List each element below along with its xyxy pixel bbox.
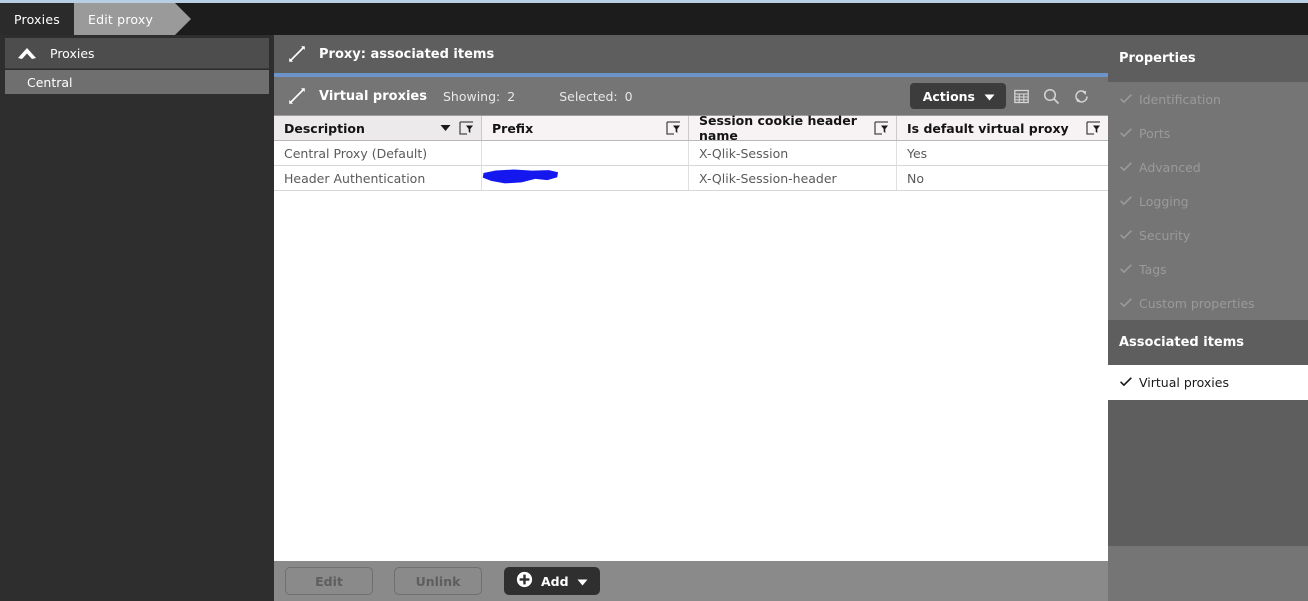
associated-item-virtual-proxies[interactable]: Virtual proxies bbox=[1108, 365, 1308, 400]
cell-is-default-virtual-proxy: No bbox=[907, 170, 924, 186]
sidebar-item-label: Central bbox=[27, 74, 73, 90]
breadcrumb-tab-label: Proxies bbox=[14, 11, 60, 27]
properties-item-label: Ports bbox=[1139, 125, 1171, 141]
properties-item-advanced[interactable]: Advanced bbox=[1108, 150, 1308, 184]
properties-item-label: Advanced bbox=[1139, 159, 1201, 175]
check-icon bbox=[1119, 195, 1139, 207]
plus-circle-icon bbox=[516, 571, 533, 591]
cell-description: Header Authentication bbox=[274, 166, 482, 190]
breadcrumb-tab-label: Edit proxy bbox=[88, 11, 154, 27]
main-panel: Proxy: associated items Virtual proxies … bbox=[274, 35, 1108, 561]
add-button-label: Add bbox=[541, 573, 569, 589]
column-header-session-cookie-header-name[interactable]: Session cookie header name bbox=[689, 113, 897, 143]
edit-button[interactable]: Edit bbox=[285, 567, 373, 595]
showing-label: Showing: bbox=[442, 88, 501, 104]
table-toolbar: Virtual proxies Showing: 2 Selected: 0 A… bbox=[274, 77, 1108, 115]
column-header-label: Prefix bbox=[492, 120, 534, 136]
table-header-row: Description Prefix Session cookie header… bbox=[274, 113, 1108, 143]
check-icon bbox=[1119, 93, 1139, 105]
action-footer: Edit Unlink Add bbox=[274, 561, 1108, 601]
breadcrumb-tabbar: Proxies Edit proxy bbox=[0, 3, 1308, 35]
filter-icon[interactable] bbox=[459, 121, 474, 135]
properties-item-logging[interactable]: Logging bbox=[1108, 184, 1308, 218]
toolbar-actions-group: Actions bbox=[909, 77, 1108, 115]
filter-icon[interactable] bbox=[1086, 121, 1101, 135]
properties-item-label: Identification bbox=[1139, 91, 1221, 107]
properties-item-label: Tags bbox=[1139, 261, 1167, 277]
main-panel-title-label: Proxy: associated items bbox=[319, 46, 495, 62]
table-row[interactable]: Header Authentication X-Qlik-Session-hea… bbox=[274, 166, 1108, 191]
properties-item-identification[interactable]: Identification bbox=[1108, 82, 1308, 116]
tab-arrow-icon bbox=[175, 3, 192, 35]
properties-item-security[interactable]: Security bbox=[1108, 218, 1308, 252]
redaction-mark bbox=[482, 169, 558, 184]
chevron-up-icon bbox=[17, 47, 37, 60]
properties-panel-filler bbox=[1108, 400, 1308, 546]
actions-button-label: Actions bbox=[922, 88, 975, 104]
filter-icon[interactable] bbox=[874, 121, 889, 135]
virtual-proxies-table: Description Prefix Session cookie header… bbox=[274, 113, 1108, 561]
column-header-is-default-virtual-proxy[interactable]: Is default virtual proxy bbox=[897, 116, 1108, 140]
properties-item-label: Security bbox=[1139, 227, 1191, 243]
unlink-button[interactable]: Unlink bbox=[394, 567, 482, 595]
properties-panel-header: Properties bbox=[1108, 35, 1308, 82]
cell-description: Central Proxy (Default) bbox=[274, 141, 482, 165]
showing-value: 2 bbox=[507, 88, 516, 104]
cell-is-default-virtual-proxy: Yes bbox=[907, 145, 928, 161]
table-row[interactable]: Central Proxy (Default) X-Qlik-Session Y… bbox=[274, 141, 1108, 166]
check-icon bbox=[1119, 263, 1139, 275]
associated-items-header: Associated items bbox=[1108, 320, 1308, 365]
sort-descending-icon[interactable] bbox=[440, 125, 451, 132]
column-header-label: Is default virtual proxy bbox=[907, 120, 1069, 136]
unlink-button-label: Unlink bbox=[415, 573, 461, 589]
column-header-label: Session cookie header name bbox=[699, 113, 857, 143]
properties-panel: Properties Identification Ports Advanced… bbox=[1108, 35, 1308, 601]
breadcrumb-tab-edit-proxy[interactable]: Edit proxy bbox=[74, 3, 192, 35]
chevron-down-icon bbox=[577, 574, 588, 589]
actions-button[interactable]: Actions bbox=[909, 83, 1006, 109]
cell-session-cookie-header-name: X-Qlik-Session bbox=[689, 141, 897, 165]
selected-label: Selected: bbox=[559, 88, 618, 104]
properties-item-custom-properties[interactable]: Custom properties bbox=[1108, 286, 1308, 320]
cell-session-cookie-header-name: X-Qlik-Session-header bbox=[689, 166, 897, 190]
properties-item-ports[interactable]: Ports bbox=[1108, 116, 1308, 150]
toolbar-title: Virtual proxies bbox=[319, 88, 427, 104]
collapse-arrows-icon bbox=[288, 87, 306, 105]
main-panel-title: Proxy: associated items bbox=[274, 35, 1108, 73]
properties-item-label: Logging bbox=[1139, 193, 1189, 209]
column-header-label: Description bbox=[284, 120, 365, 136]
app-root: Proxies Edit proxy Proxies Central Proxy… bbox=[0, 0, 1308, 601]
check-icon bbox=[1119, 161, 1139, 173]
properties-item-tags[interactable]: Tags bbox=[1108, 252, 1308, 286]
check-icon bbox=[1119, 127, 1139, 139]
associated-item-label: Virtual proxies bbox=[1139, 375, 1229, 390]
cell-prefix bbox=[482, 166, 689, 190]
check-icon bbox=[1119, 297, 1139, 309]
selected-value: 0 bbox=[624, 88, 633, 104]
breadcrumb-tab-proxies[interactable]: Proxies bbox=[0, 3, 98, 35]
collapse-arrows-icon bbox=[288, 45, 306, 63]
filter-icon[interactable] bbox=[666, 121, 681, 135]
cell-prefix bbox=[482, 141, 689, 165]
refresh-icon[interactable] bbox=[1066, 81, 1096, 111]
table-columns-icon[interactable] bbox=[1006, 81, 1036, 111]
chevron-down-icon bbox=[984, 89, 995, 104]
check-icon bbox=[1119, 377, 1139, 388]
sidebar-item-central[interactable]: Central bbox=[5, 70, 269, 94]
sidebar-section-proxies[interactable]: Proxies bbox=[5, 38, 269, 69]
add-button[interactable]: Add bbox=[504, 567, 600, 595]
edit-button-label: Edit bbox=[315, 573, 343, 589]
sidebar-section-label: Proxies bbox=[50, 45, 95, 61]
left-sidebar: Proxies Central bbox=[0, 35, 274, 601]
search-icon[interactable] bbox=[1036, 81, 1066, 111]
check-icon bbox=[1119, 229, 1139, 241]
column-header-description[interactable]: Description bbox=[274, 116, 482, 140]
properties-item-label: Custom properties bbox=[1139, 295, 1255, 311]
column-header-prefix[interactable]: Prefix bbox=[482, 116, 689, 140]
